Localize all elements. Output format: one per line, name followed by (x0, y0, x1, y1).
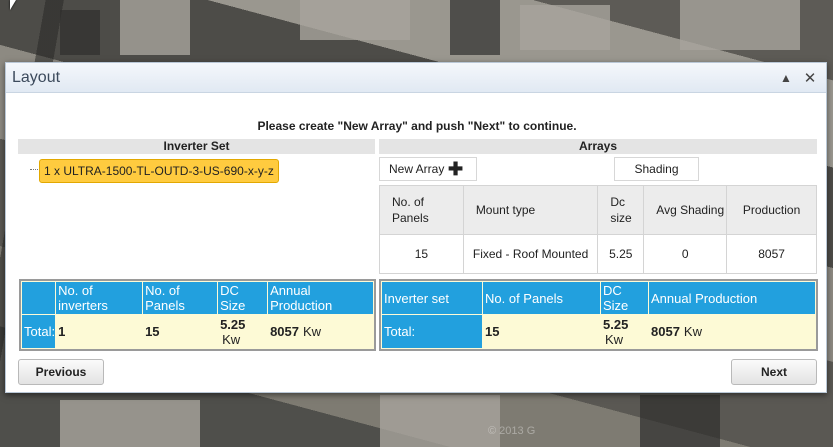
map-watermark: © 2013 G (488, 425, 536, 437)
dialog-title: Layout (12, 68, 61, 86)
array-summary-table: Inverter set No. of Panels DC Size Annua… (381, 281, 816, 349)
inverter-total-row: Total: 1 15 5.25 Kw 8057 Kw (20, 314, 374, 349)
cell-mount-type: Fixed - Roof Mounted (462, 234, 599, 274)
mouse-cursor (10, 0, 16, 10)
total-panels: 15 (482, 314, 601, 349)
table-row[interactable]: 15 Fixed - Roof Mounted 5.25 0 8057 (379, 234, 817, 274)
col-dc-size: Dc size (597, 185, 645, 235)
col-no-of-panels: No. of Panels (379, 185, 464, 235)
total-label: Total: (381, 314, 483, 349)
col-production: Production (726, 185, 817, 235)
previous-button[interactable]: Previous (18, 359, 104, 385)
col-mount-type: Mount type (462, 185, 599, 235)
col-dc-size: DC Size (600, 281, 649, 315)
col-annual-production: Annual Production (267, 281, 374, 315)
cell-dc-size: 5.25 (597, 234, 645, 274)
total-annual-production: 8057 Kw (648, 314, 816, 349)
inverter-tree-node[interactable]: 1 x ULTRA-1500-TL-OUTD-3-US-690-x-y-z (39, 159, 279, 183)
total-label: Total: (20, 314, 57, 349)
new-array-label: New Array (389, 162, 445, 176)
cell-panels: 15 (379, 234, 464, 274)
new-array-button[interactable]: New Array ✚ (379, 157, 477, 181)
layout-dialog: Layout ▲ ✕ Please create "New Array" and… (5, 62, 827, 393)
array-summary-header: Inverter set No. of Panels DC Size Annua… (381, 281, 816, 315)
col-annual-production: Annual Production (648, 281, 816, 315)
cell-avg-shading: 0 (643, 234, 728, 274)
close-icon[interactable]: ✕ (798, 69, 822, 87)
col-avg-shading: Avg Shading (643, 185, 728, 235)
inverter-summary-header: No. of inverters No. of Panels DC Size A… (20, 281, 374, 315)
cell-production: 8057 (726, 234, 817, 274)
minimize-icon[interactable]: ▲ (774, 71, 798, 85)
col-no-of-panels: No. of Panels (482, 281, 601, 315)
dialog-titlebar[interactable]: Layout ▲ ✕ (6, 63, 826, 93)
instruction-text: Please create "New Array" and push "Next… (257, 119, 577, 133)
col-no-of-panels: No. of Panels (142, 281, 219, 315)
inverter-summary-table: No. of inverters No. of Panels DC Size A… (20, 281, 374, 349)
col-dc-size: DC Size (217, 281, 269, 315)
total-dc-size: 5.25 Kw (217, 314, 269, 349)
col-inverter-set: Inverter set (381, 281, 483, 315)
total-inverters: 1 (55, 314, 144, 349)
plus-icon: ✚ (448, 159, 464, 179)
arrays-header: Arrays (379, 139, 817, 154)
arrays-table-header: No. of Panels Mount type Dc size Avg Sha… (379, 185, 817, 235)
total-dc-size: 5.25 Kw (600, 314, 649, 349)
total-annual-production: 8057 Kw (267, 314, 374, 349)
total-panels: 15 (142, 314, 219, 349)
shading-button[interactable]: Shading (614, 157, 699, 181)
inverter-summary-panel: No. of inverters No. of Panels DC Size A… (19, 279, 376, 351)
array-summary-panel: Inverter set No. of Panels DC Size Annua… (379, 279, 818, 351)
array-total-row: Total: 15 5.25 Kw 8057 Kw (381, 314, 816, 349)
col-no-of-inverters: No. of inverters (55, 281, 144, 315)
inverter-set-header: Inverter Set (18, 139, 375, 154)
arrays-table: No. of Panels Mount type Dc size Avg Sha… (379, 185, 817, 274)
next-button[interactable]: Next (731, 359, 817, 385)
